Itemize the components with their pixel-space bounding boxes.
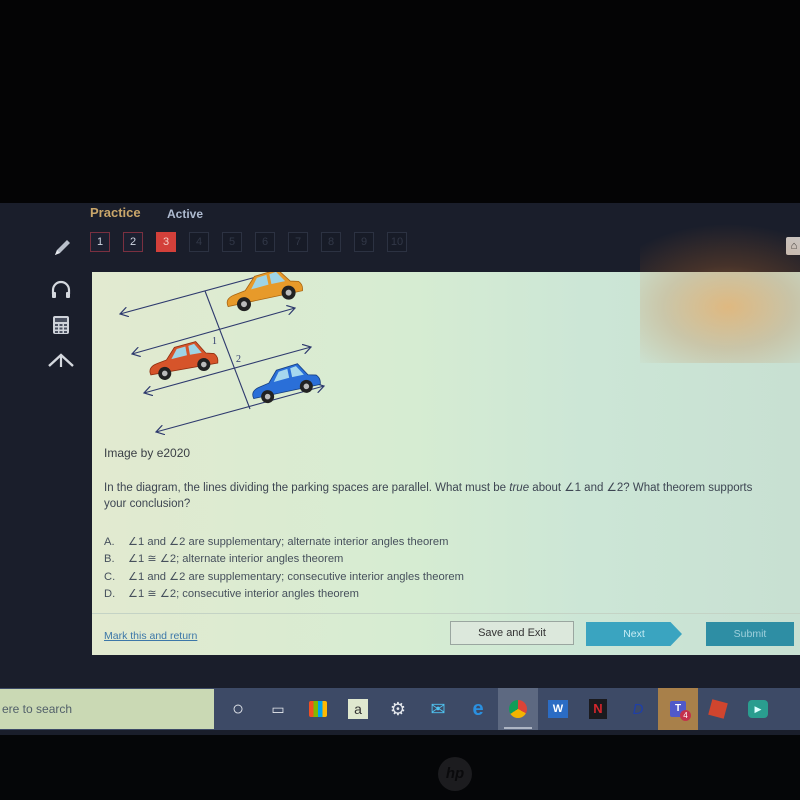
angle-1-label: 1	[212, 336, 217, 347]
taskbar-search-box[interactable]: ere to search	[0, 689, 214, 729]
question-5-button[interactable]: 5	[222, 232, 242, 252]
question-2-button[interactable]: 2	[123, 232, 143, 252]
question-4-button[interactable]: 4	[189, 232, 209, 252]
monitor-top-bezel	[0, 0, 800, 203]
question-text-emphasis: true	[509, 482, 530, 494]
settings-icon-glyph: ⚙	[389, 698, 407, 719]
question-text-part1: In the diagram, the lines dividing the p…	[104, 482, 510, 494]
teams-notification-badge: 4	[680, 710, 691, 721]
mail-icon-glyph: ✉	[430, 698, 446, 719]
cortana-icon[interactable]: ○	[218, 688, 258, 730]
eraser-icon[interactable]: ⌂	[786, 237, 800, 255]
question-3-button[interactable]: 3	[156, 232, 176, 252]
headphones-icon[interactable]	[46, 275, 76, 305]
meet-icon-glyph: ▶	[748, 700, 768, 718]
edge-icon[interactable]: e	[458, 688, 498, 730]
save-and-exit-button[interactable]: Save and Exit	[450, 621, 574, 645]
choice-text: ∠1 ≅ ∠2; consecutive interior angles the…	[128, 588, 359, 601]
windows-taskbar: ere to search ○ ▭ a ⚙ ✉ e W N D T4 ▶	[0, 688, 800, 730]
question-10-button[interactable]: 10	[387, 232, 407, 252]
choice-text: ∠1 ≅ ∠2; alternate interior angles theor…	[128, 553, 344, 566]
mail-icon[interactable]: ✉	[418, 688, 458, 730]
question-1-button[interactable]: 1	[90, 232, 110, 252]
settings-icon[interactable]: ⚙	[378, 688, 418, 730]
disney-plus-icon-glyph: D	[632, 700, 644, 718]
pencil-icon[interactable]	[52, 236, 74, 263]
tab-practice[interactable]: Practice	[90, 205, 141, 220]
question-9-button[interactable]: 9	[354, 232, 374, 252]
question-navigator: 1 2 3 4 5 6 7 8 9 10	[90, 232, 407, 252]
image-credit: Image by e2020	[104, 446, 191, 460]
question-6-button[interactable]: 6	[255, 232, 275, 252]
choice-d[interactable]: D. ∠1 ≅ ∠2; consecutive interior angles t…	[104, 586, 464, 603]
question-footer: Mark this and return Save and Exit Next …	[92, 613, 800, 656]
question-7-button[interactable]: 7	[288, 232, 308, 252]
choice-c[interactable]: C. ∠1 and ∠2 are supplementary; consecuti…	[104, 569, 464, 586]
angle-2-label: 2	[236, 354, 241, 365]
mark-and-return-link[interactable]: Mark this and return	[104, 630, 197, 642]
word-icon[interactable]: W	[538, 688, 578, 730]
roblox-icon[interactable]	[698, 688, 738, 730]
choice-text: ∠1 and ∠2 are supplementary; consecutive…	[128, 570, 464, 583]
tab-active[interactable]: Active	[167, 207, 203, 221]
collapse-up-icon[interactable]	[46, 345, 76, 375]
question-panel: 1 2 Image by e2020 In the diagram, the l…	[92, 272, 800, 655]
parallel-line-4	[156, 386, 324, 432]
meet-icon[interactable]: ▶	[738, 688, 778, 730]
task-view-icon-glyph: ▭	[271, 700, 285, 717]
disney-plus-icon[interactable]: D	[618, 688, 658, 730]
chrome-icon-glyph	[509, 700, 527, 718]
edge-icon-glyph: e	[472, 697, 484, 720]
netflix-icon[interactable]: N	[578, 688, 618, 730]
calculator-icon[interactable]	[46, 310, 76, 340]
parking-diagram: 1 2	[92, 272, 352, 444]
screen: Practice Active 1 2 3 4 5 6 7 8 9 10 ⌂ 1…	[0, 203, 800, 735]
choice-text: ∠1 and ∠2 are supplementary; alternate i…	[128, 536, 449, 548]
task-view-icon[interactable]: ▭	[258, 688, 298, 730]
choice-b[interactable]: B. ∠1 ≅ ∠2; alternate interior angles the…	[104, 551, 464, 568]
orange-car	[226, 272, 303, 312]
word-icon-glyph: W	[548, 700, 568, 718]
submit-button[interactable]: Submit	[706, 622, 794, 646]
active-app-indicator	[504, 727, 532, 729]
netflix-icon-glyph: N	[589, 699, 607, 719]
question-text: In the diagram, the lines dividing the p…	[104, 480, 774, 512]
blue-car	[252, 363, 321, 404]
choice-letter: A.	[104, 536, 115, 548]
question-8-button[interactable]: 8	[321, 232, 341, 252]
hp-logo: hp	[438, 757, 472, 791]
amazon-icon-glyph: a	[348, 699, 368, 719]
choice-letter: D.	[104, 588, 116, 601]
amazon-icon[interactable]: a	[338, 688, 378, 730]
store-icon[interactable]	[298, 688, 338, 730]
choice-a[interactable]: A. ∠1 and ∠2 are supplementary; alternate…	[104, 534, 464, 551]
roblox-icon-glyph	[708, 699, 728, 719]
cortana-icon-glyph: ○	[231, 697, 245, 720]
side-toolbar	[46, 275, 82, 380]
taskbar-icons: ○ ▭ a ⚙ ✉ e W N D T4 ▶	[218, 688, 778, 730]
chrome-icon[interactable]	[498, 688, 538, 730]
teams-icon[interactable]: T4	[658, 688, 698, 730]
store-icon-glyph	[309, 701, 327, 717]
answer-choices: A. ∠1 and ∠2 are supplementary; alternate…	[104, 534, 464, 604]
choice-letter: B.	[104, 553, 115, 566]
choice-letter: C.	[104, 570, 116, 583]
parallel-line-2	[132, 308, 295, 354]
app-header: Practice Active 1 2 3 4 5 6 7 8 9 10 ⌂	[0, 203, 800, 271]
next-button[interactable]: Next	[586, 622, 682, 646]
